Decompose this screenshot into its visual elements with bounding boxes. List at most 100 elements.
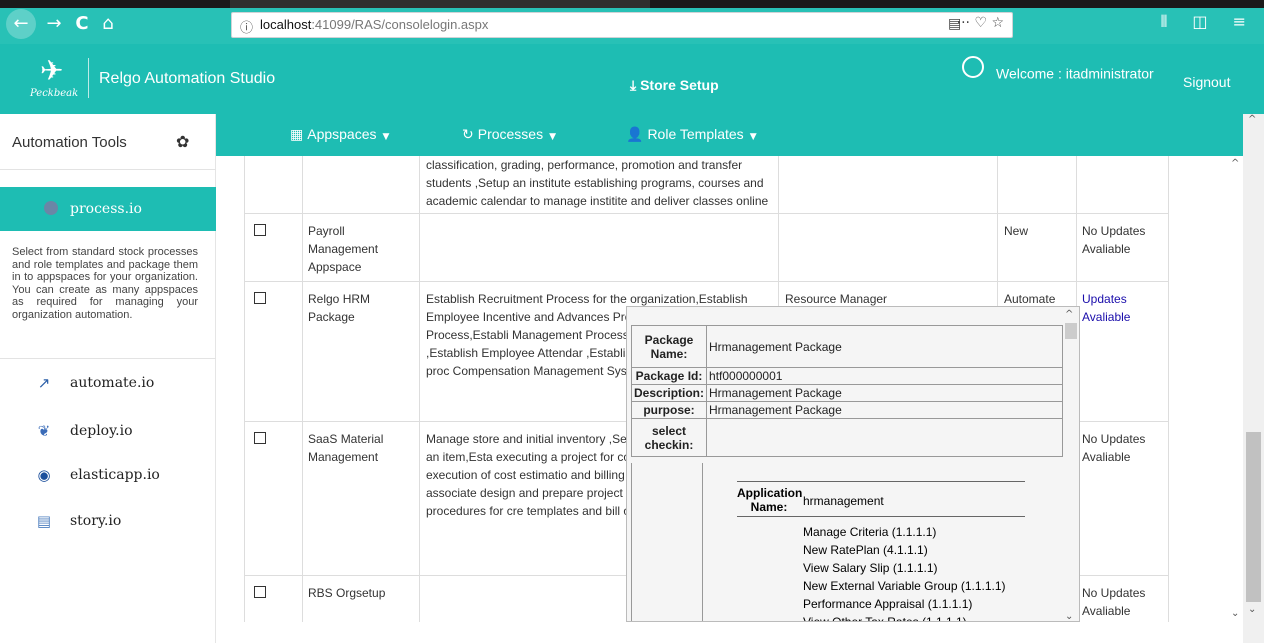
browser-tab[interactable] [230, 0, 650, 8]
description-label: Description: [630, 384, 708, 402]
scrollbar-thumb[interactable] [1246, 432, 1261, 602]
processes-label: Processes [477, 126, 544, 142]
scroll-down-icon[interactable]: ⌄ [1065, 611, 1073, 621]
application-name-value: hrmanagement [803, 494, 884, 508]
chevron-down-icon: ▼ [749, 132, 757, 142]
package-name-label: Package Name: [630, 325, 708, 368]
list-item: Performance Appraisal (1.1.1.1) [803, 597, 973, 611]
signout-link[interactable]: Signout [1183, 74, 1230, 90]
ring-icon: ◉ [37, 466, 51, 484]
sidebar: Automation Tools ✿ process.io Select fro… [0, 114, 216, 643]
logo-text: Peckbeak [30, 88, 79, 99]
scroll-up-icon[interactable]: ^ [1231, 158, 1239, 169]
globe-icon [44, 201, 58, 215]
role-templates-label: Role Templates [647, 126, 744, 142]
tab-strip [0, 0, 1264, 8]
list-item: New External Variable Group (1.1.1.1) [803, 579, 1006, 593]
main-nav: ▦ Appspaces ▼ ↻ Processes ▼ 👤 Role Templates ▼ [216, 114, 1243, 156]
chevron-down-icon: ▼ [549, 132, 557, 142]
row-checkbox[interactable] [254, 432, 266, 444]
row-checkbox[interactable] [254, 586, 266, 598]
gear-icon[interactable]: ✿ [176, 132, 189, 151]
browser-toolbar: ← → C ⌂ ⓘ localhost:41099/RAS/consolelog… [0, 0, 1264, 44]
table-scrollbar[interactable]: ^ ⌄ [1229, 156, 1243, 622]
application-name-label: Application Name: [737, 486, 803, 514]
sidebar-header: Automation Tools ✿ [0, 114, 216, 170]
store-setup-link[interactable]: ⤓ Store Setup [630, 77, 719, 94]
url-bar[interactable]: ⓘ localhost:41099/RAS/consolelogin.aspx … [231, 12, 1013, 38]
popup-scrollbar[interactable]: ^ ⌄ [1063, 309, 1079, 621]
table-row: classification, grading, performance, pr… [244, 156, 1169, 214]
description-value: Hrmanagement Package [706, 384, 1063, 402]
purpose-label: purpose: [630, 401, 708, 419]
list-item: New RatePlan (4.1.1.1) [803, 543, 928, 557]
list-item: View Salary Slip (1.1.1.1) [803, 561, 938, 575]
refresh-icon: ↻ [462, 127, 474, 143]
row-name: Payroll Management Appspace [308, 224, 379, 274]
package-id-value: htf000000001 [706, 367, 1063, 385]
select-checkin-label: select checkin: [630, 418, 708, 457]
page-actions-icon[interactable]: ··· ♡ ☆ [957, 15, 1004, 31]
row-updates: No Updates Avaliable [1082, 586, 1146, 618]
processes-menu[interactable]: ↻ Processes ▼ [462, 126, 556, 143]
appspaces-menu[interactable]: ▦ Appspaces ▼ [290, 126, 389, 143]
select-checkin-value [706, 418, 1063, 457]
user-icon: 👤 [626, 127, 644, 143]
sidebar-item-elasticapp-io[interactable]: ◉ elasticapp.io [34, 464, 204, 490]
scroll-down-icon[interactable]: ⌄ [1248, 604, 1256, 615]
store-setup-icon: ⤓ [630, 78, 637, 94]
app-title: Relgo Automation Studio [99, 70, 276, 87]
row-checkbox[interactable] [254, 292, 266, 304]
sidebar-item-deploy-io[interactable]: ❦ deploy.io [34, 420, 204, 446]
table-row: Payroll Management Appspace New No Updat… [244, 214, 1169, 282]
sidebar-item-label: process.io [70, 201, 142, 217]
row-updates: No Updates Avaliable [1082, 224, 1146, 256]
page-scrollbar[interactable]: ^ ⌄ [1243, 114, 1264, 643]
application-table: Application Name: hrmanagement Manage Cr… [737, 481, 1025, 621]
package-details-table: Package Name: Hrmanagement Package Packa… [630, 325, 1063, 457]
sidebar-title: Automation Tools [12, 134, 127, 151]
row-status: New [1004, 224, 1029, 238]
updates-link[interactable]: Updates Avaliable [1082, 290, 1162, 326]
sidebar-item-label: deploy.io [70, 423, 133, 439]
row-checkbox[interactable] [254, 224, 266, 236]
home-button[interactable]: ⌂ [94, 8, 122, 40]
popup-column-line [702, 463, 703, 621]
chevron-down-icon: ▼ [382, 132, 390, 142]
scroll-up-icon[interactable]: ^ [1248, 114, 1256, 125]
row-name: RBS Orgsetup [308, 586, 386, 600]
bird-icon: ❦ [37, 422, 51, 440]
toolbar-icons[interactable]: ⫴ ◫ ≡ [1161, 12, 1256, 32]
scroll-down-icon[interactable]: ⌄ [1231, 608, 1239, 619]
bird-logo-icon: ✈ [40, 54, 64, 87]
application-header: Application Name: hrmanagement [737, 481, 1025, 517]
popup-column-line [631, 463, 632, 621]
welcome-user[interactable]: Welcome : itadministrator [962, 56, 1154, 86]
forward-button[interactable]: → [40, 8, 68, 40]
back-button[interactable]: ← [6, 9, 36, 39]
app-header: ✈ Peckbeak Relgo Automation Studio ⤓ Sto… [0, 44, 1264, 114]
sidebar-item-process-io[interactable]: process.io [0, 187, 216, 231]
header-divider [88, 58, 89, 98]
sidebar-item-label: story.io [70, 513, 122, 529]
row-description: classification, grading, performance, pr… [426, 158, 769, 208]
purpose-value: Hrmanagement Package [706, 401, 1063, 419]
package-id-label: Package Id: [630, 367, 708, 385]
reload-button[interactable]: C [68, 8, 96, 40]
application-list: Manage Criteria (1.1.1.1) New RatePlan (… [803, 523, 1006, 622]
sidebar-item-story-io[interactable]: ▤ story.io [34, 510, 204, 536]
package-name-value: Hrmanagement Package [706, 325, 1063, 368]
logo[interactable]: ✈ Peckbeak [30, 54, 80, 104]
site-info-icon[interactable]: ⓘ [240, 17, 253, 36]
scrollbar-thumb[interactable] [1065, 323, 1077, 339]
package-details-popup: Package Name: Hrmanagement Package Packa… [626, 306, 1080, 622]
welcome-label: Welcome : itadministrator [996, 65, 1154, 82]
url-host: localhost [260, 17, 312, 32]
scroll-up-icon[interactable]: ^ [1065, 309, 1073, 320]
list-item: View Other Tax Rates (1.1.1.1) [803, 615, 967, 622]
row-updates: No Updates Avaliable [1082, 432, 1146, 464]
role-templates-menu[interactable]: 👤 Role Templates ▼ [626, 126, 757, 143]
appspaces-label: Appspaces [307, 126, 377, 142]
sidebar-item-automate-io[interactable]: ↗ automate.io [34, 372, 204, 398]
list-item: Manage Criteria (1.1.1.1) [803, 525, 937, 539]
